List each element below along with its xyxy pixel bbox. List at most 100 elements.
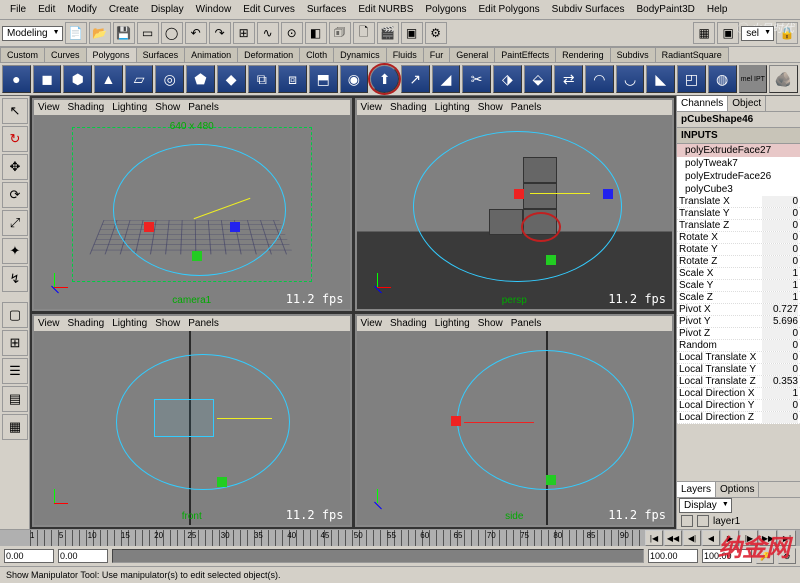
attr-value[interactable]: 1 — [762, 388, 798, 399]
goto-end-icon[interactable]: ▶| — [778, 530, 796, 546]
attr-row[interactable]: Local Translate X0 — [677, 352, 800, 364]
viewport-camera1[interactable]: View Shading Lighting Show Panels 640 x … — [32, 98, 352, 311]
select-tool-icon[interactable]: ↖ — [2, 98, 28, 124]
last-tool-icon[interactable]: ↯ — [2, 266, 28, 292]
select-icon[interactable]: ▭ — [137, 22, 159, 44]
viewport-canvas[interactable]: side 11.2 fps — [357, 331, 673, 525]
attr-value[interactable]: 1 — [762, 280, 798, 291]
input-0[interactable]: polyExtrudeFace27 — [677, 144, 800, 157]
render-icon[interactable]: 🎬 — [377, 22, 399, 44]
menu-edit-polygons[interactable]: Edit Polygons — [473, 2, 546, 17]
menu-window[interactable]: Window — [190, 2, 238, 17]
tab-radiantsquare[interactable]: RadiantSquare — [655, 47, 729, 62]
mel-ipt-icon[interactable]: mel IPT — [739, 65, 768, 93]
poly-cube-icon[interactable]: ◼ — [33, 65, 62, 93]
attr-row[interactable]: Pivot Y5.696 — [677, 316, 800, 328]
object-icon[interactable]: ▣ — [717, 22, 739, 44]
menu-help[interactable]: Help — [701, 2, 734, 17]
tab-dynamics[interactable]: Dynamics — [333, 47, 387, 62]
harden-icon[interactable]: ◡ — [616, 65, 645, 93]
snap-grid-icon[interactable]: ⊞ — [233, 22, 255, 44]
poly-pyramid-icon[interactable]: ◆ — [217, 65, 246, 93]
playback-end-field[interactable] — [702, 549, 752, 563]
node-name[interactable]: pCubeShape46 — [677, 112, 800, 128]
open-icon[interactable]: 📂 — [89, 22, 111, 44]
attr-value[interactable]: 0 — [762, 352, 798, 363]
attr-row[interactable]: Local Direction Y0 — [677, 400, 800, 412]
attr-row[interactable]: Scale X1 — [677, 268, 800, 280]
menu-polygons[interactable]: Polygons — [419, 2, 472, 17]
attr-row[interactable]: Translate X0 — [677, 196, 800, 208]
extract-icon[interactable]: ⬒ — [309, 65, 338, 93]
viewport-canvas[interactable]: persp 11.2 fps — [357, 115, 673, 309]
menu-edit[interactable]: Edit — [32, 2, 61, 17]
fill-hole-icon[interactable]: ◍ — [708, 65, 737, 93]
vp-lighting[interactable]: Lighting — [112, 102, 147, 113]
ipr-icon[interactable]: ▣ — [401, 22, 423, 44]
attr-value[interactable]: 1 — [762, 268, 798, 279]
range-end-field[interactable] — [648, 549, 698, 563]
viewport-persp[interactable]: ViewShadingLightingShowPanels persp 11.2… — [355, 98, 675, 311]
layer-type-icon[interactable] — [697, 515, 709, 527]
attr-value[interactable]: 0 — [762, 364, 798, 375]
poly-plane-icon[interactable]: ▱ — [125, 65, 154, 93]
time-slider[interactable]: 1510152025303540455055606570758085909510… — [0, 530, 800, 546]
viewport-canvas[interactable]: front 11.2 fps — [34, 331, 350, 525]
snap-curve-icon[interactable]: ∿ — [257, 22, 279, 44]
attr-value[interactable]: 0 — [762, 256, 798, 267]
tab-custom[interactable]: Custom — [0, 47, 45, 62]
poly-cylinder-icon[interactable]: ⬢ — [63, 65, 92, 93]
snap-point-icon[interactable]: ⊙ — [281, 22, 303, 44]
poly-prism-icon[interactable]: ⬟ — [186, 65, 215, 93]
merge-icon[interactable]: ⬗ — [493, 65, 522, 93]
input-3[interactable]: polyCube3 — [677, 183, 800, 196]
display-dropdown[interactable]: Display — [679, 498, 732, 513]
mode-dropdown[interactable]: Modeling — [2, 26, 63, 41]
save-icon[interactable]: 💾 — [113, 22, 135, 44]
prev-key-icon[interactable]: ◀◀ — [664, 530, 682, 546]
poly-torus-icon[interactable]: ◎ — [155, 65, 184, 93]
tab-painteffects[interactable]: PaintEffects — [494, 47, 556, 62]
menu-surfaces[interactable]: Surfaces — [301, 2, 352, 17]
soften-icon[interactable]: ◠ — [585, 65, 614, 93]
attr-value[interactable]: 0 — [762, 244, 798, 255]
tab-polygons[interactable]: Polygons — [86, 47, 137, 62]
vp-show[interactable]: Show — [155, 102, 180, 113]
tab-curves[interactable]: Curves — [44, 47, 87, 62]
bevel-icon[interactable]: ◢ — [432, 65, 461, 93]
scale-tool-icon[interactable]: ⤢ — [2, 210, 28, 236]
manip-tool-icon[interactable]: ✦ — [2, 238, 28, 264]
tab-options[interactable]: Options — [716, 482, 759, 497]
menu-create[interactable]: Create — [103, 2, 145, 17]
collapse-icon[interactable]: ⬙ — [524, 65, 553, 93]
vp-view[interactable]: View — [38, 102, 60, 113]
attr-value[interactable]: 0 — [762, 400, 798, 411]
lasso-icon[interactable]: ◯ — [161, 22, 183, 44]
play-back-icon[interactable]: ◀ — [702, 530, 720, 546]
triangulate-icon[interactable]: ◣ — [646, 65, 675, 93]
viewport-front[interactable]: ViewShadingLightingShowPanels front 11.2… — [32, 314, 352, 527]
smooth-icon[interactable]: ◉ — [340, 65, 369, 93]
input-2[interactable]: polyExtrudeFace26 — [677, 170, 800, 183]
viewport-canvas[interactable]: 640 x 480 camera1 11.2 fps — [34, 115, 350, 309]
menu-file[interactable]: File — [4, 2, 32, 17]
attr-value[interactable]: 5.696 — [762, 316, 798, 327]
lasso-tool-icon[interactable]: ↻ — [2, 126, 28, 152]
tab-deformation[interactable]: Deformation — [237, 47, 300, 62]
attr-row[interactable]: Random0 — [677, 340, 800, 352]
menu-subdiv[interactable]: Subdiv Surfaces — [546, 2, 631, 17]
snap-plane-icon[interactable]: ◧ — [305, 22, 327, 44]
attr-value[interactable]: 0 — [762, 196, 798, 207]
attr-value[interactable]: 0 — [762, 220, 798, 231]
flip-normals-icon[interactable]: ⇄ — [554, 65, 583, 93]
split-icon[interactable]: ✂ — [462, 65, 491, 93]
range-bar[interactable] — [112, 549, 644, 563]
menu-bodypaint3d[interactable]: BodyPaint3D — [631, 2, 701, 17]
history-off-icon[interactable]: 🗋 — [353, 22, 375, 44]
attr-row[interactable]: Local Translate Z0.353 — [677, 376, 800, 388]
menu-modify[interactable]: Modify — [61, 2, 102, 17]
attr-row[interactable]: Scale Z1 — [677, 292, 800, 304]
attr-row[interactable]: Pivot X0.727 — [677, 304, 800, 316]
vp-panels[interactable]: Panels — [188, 102, 219, 113]
autokey-icon[interactable]: 🔑 — [756, 548, 774, 564]
